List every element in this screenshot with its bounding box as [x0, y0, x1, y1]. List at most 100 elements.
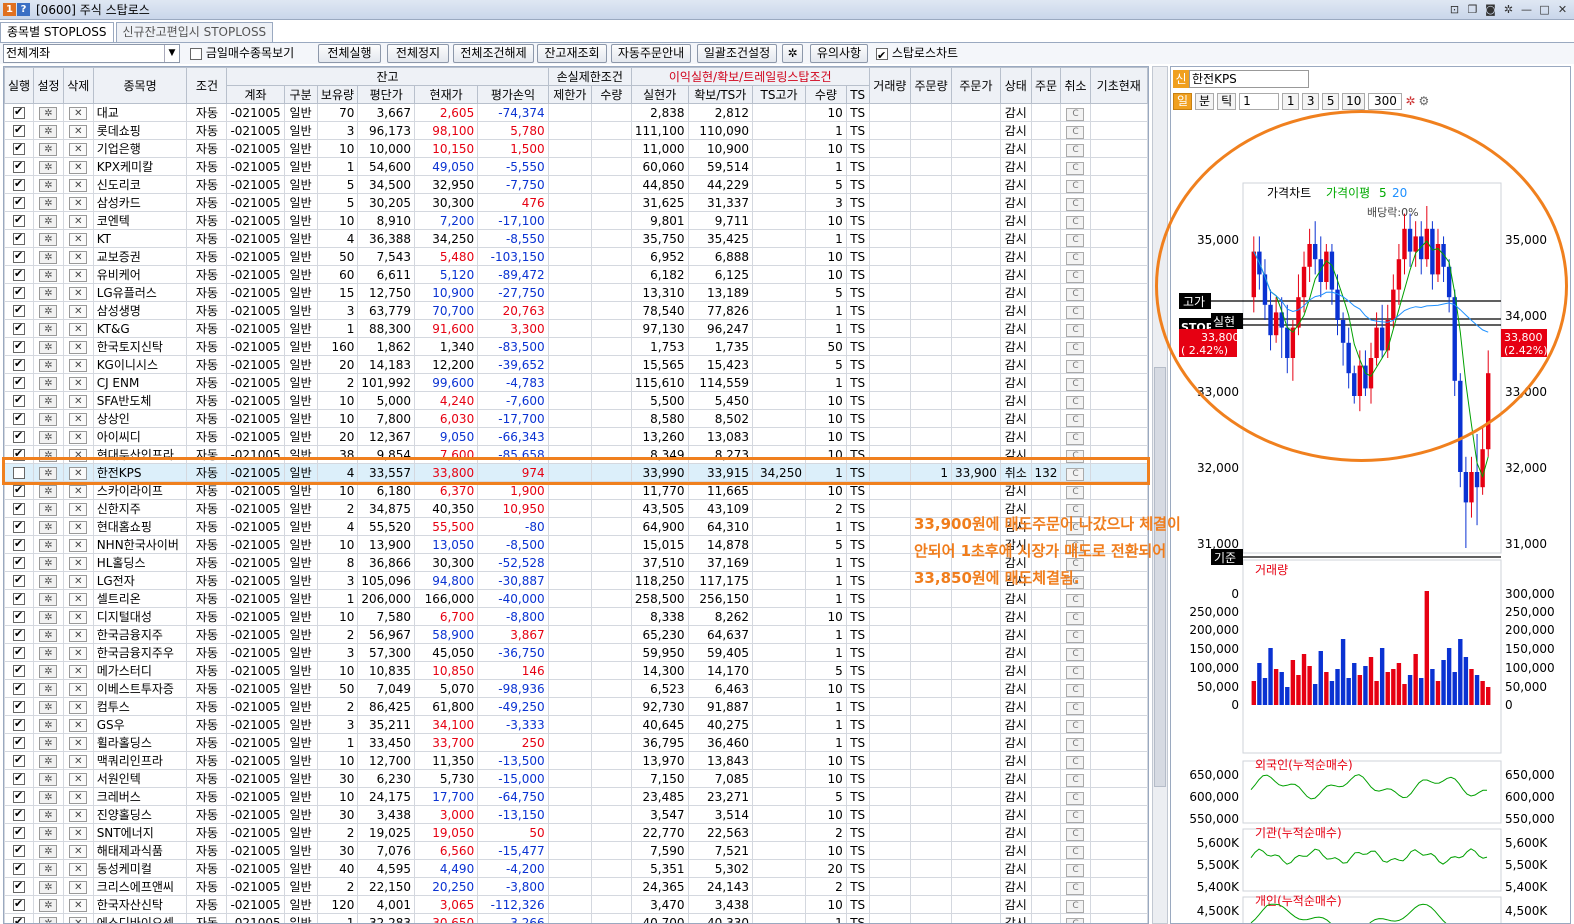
cancel-button[interactable]: C: [1066, 287, 1085, 301]
gear-icon[interactable]: ✲: [39, 413, 58, 426]
cancel-button[interactable]: C: [1066, 305, 1085, 319]
delete-icon[interactable]: ✕: [69, 827, 88, 840]
row-delete-button[interactable]: ✕: [62, 121, 94, 140]
run-checkbox[interactable]: [4, 265, 35, 284]
run-checkbox[interactable]: [4, 139, 35, 158]
row-delete-button[interactable]: ✕: [62, 391, 94, 410]
gear-icon[interactable]: ✲: [39, 593, 58, 606]
run-checkbox-box[interactable]: [13, 123, 26, 137]
cancel-button[interactable]: C: [1066, 863, 1085, 877]
cancel-button[interactable]: C: [1066, 665, 1085, 679]
run-checkbox[interactable]: [4, 859, 35, 878]
cell-cancel[interactable]: C: [1060, 769, 1091, 788]
table-row[interactable]: ✲✕코엔텍자동-021005일반108,9107,200-17,1009,801…: [4, 211, 1148, 230]
run-checkbox[interactable]: [4, 571, 35, 590]
run-checkbox[interactable]: [4, 787, 35, 806]
table-row[interactable]: ✲✕상상인자동-021005일반107,8006,030-17,7008,580…: [4, 409, 1148, 428]
cancel-button[interactable]: C: [1066, 611, 1085, 625]
row-delete-button[interactable]: ✕: [62, 283, 94, 302]
row-delete-button[interactable]: ✕: [62, 373, 94, 392]
cell-cancel[interactable]: C: [1060, 121, 1091, 140]
stop-all-button[interactable]: 전체정지: [387, 44, 449, 63]
run-checkbox[interactable]: [4, 193, 35, 212]
row-setting-button[interactable]: ✲: [33, 553, 64, 572]
row-delete-button[interactable]: ✕: [62, 679, 94, 698]
row-setting-button[interactable]: ✲: [33, 229, 64, 248]
table-row[interactable]: ✲ ✕ 한국금융지주우자동-021005일반357,30045,050-36,750…: [4, 643, 1148, 662]
cancel-button[interactable]: C: [1066, 485, 1085, 499]
tab-new-balance-stoploss[interactable]: 신규잔고편입시 STOPLOSS: [115, 22, 274, 42]
delete-icon[interactable]: ✕: [69, 773, 88, 786]
run-all-button[interactable]: 전체실행: [318, 44, 381, 63]
cancel-button[interactable]: C: [1066, 107, 1085, 121]
cancel-button[interactable]: C: [1066, 647, 1085, 661]
row-setting-button[interactable]: ✲: [33, 913, 64, 923]
gear-icon[interactable]: ✲: [39, 503, 58, 516]
cell-cancel[interactable]: C: [1060, 337, 1091, 356]
run-checkbox-box[interactable]: [13, 753, 26, 767]
chart-stock-name[interactable]: 한전KPS: [1189, 70, 1309, 88]
table-row[interactable]: ✲ ✕ KG이니시스자동-021005일반2014,18312,200-39,652…: [4, 355, 1148, 374]
gear-icon[interactable]: ✲: [39, 521, 58, 534]
table-row[interactable]: ✲ ✕ 대교자동-021005일반703,6672,605-74,374 2,8382…: [4, 103, 1148, 122]
cell-cancel[interactable]: C: [1060, 427, 1091, 446]
delete-icon[interactable]: ✕: [69, 143, 88, 156]
delete-icon[interactable]: ✕: [69, 431, 88, 444]
row-delete-button[interactable]: ✕: [62, 733, 94, 752]
run-checkbox[interactable]: [4, 247, 35, 266]
run-checkbox[interactable]: [4, 715, 35, 734]
row-delete-button[interactable]: ✕: [62, 895, 94, 914]
run-checkbox-box[interactable]: [13, 213, 26, 227]
gear-icon[interactable]: ✲: [39, 161, 58, 174]
delete-icon[interactable]: ✕: [69, 359, 88, 372]
row-setting-button[interactable]: ✲: [33, 409, 64, 428]
header-status[interactable]: 상태: [999, 67, 1032, 104]
table-row[interactable]: ✲ ✕ 한국토지신탁자동-021005일반1601,8621,340-83,500 1…: [4, 337, 1148, 356]
cancel-button[interactable]: C: [1066, 197, 1085, 211]
period-day-button[interactable]: 일: [1173, 92, 1193, 110]
minimize-icon[interactable]: —: [1519, 2, 1534, 17]
table-row[interactable]: ✲✕KPX케미칼자동-021005일반154,60049,050-5,55060…: [4, 157, 1148, 176]
row-setting-button[interactable]: ✲: [33, 643, 64, 662]
cancel-button[interactable]: C: [1066, 413, 1085, 427]
row-delete-button[interactable]: ✕: [62, 229, 94, 248]
gear-icon[interactable]: ✲: [39, 575, 58, 588]
delete-icon[interactable]: ✕: [69, 215, 88, 228]
delete-icon[interactable]: ✕: [69, 161, 88, 174]
run-checkbox[interactable]: [4, 319, 35, 338]
table-row[interactable]: ✲ ✕ 컴투스자동-021005일반286,42561,800-49,250 92,7…: [4, 697, 1148, 716]
gear-icon[interactable]: ✲: [39, 719, 58, 732]
gear-icon[interactable]: ✲: [1501, 2, 1516, 17]
cell-cancel[interactable]: C: [1060, 193, 1091, 212]
cancel-button[interactable]: C: [1066, 323, 1085, 337]
run-checkbox[interactable]: [4, 625, 35, 644]
row-setting-button[interactable]: ✲: [33, 301, 64, 320]
run-checkbox-box[interactable]: [13, 375, 26, 389]
gear-icon[interactable]: ✲: [39, 791, 58, 804]
row-delete-button[interactable]: ✕: [62, 877, 94, 896]
num-button-3[interactable]: 3: [1302, 92, 1320, 110]
header-profit-qty[interactable]: 수량: [804, 85, 847, 104]
cell-cancel[interactable]: C: [1060, 157, 1091, 176]
cell-cancel[interactable]: C: [1060, 589, 1091, 608]
period-tick-button[interactable]: 틱: [1217, 92, 1237, 110]
gear-icon[interactable]: ✲: [39, 755, 58, 768]
run-checkbox[interactable]: [4, 499, 35, 518]
help-icon[interactable]: ?: [17, 3, 30, 16]
row-delete-button[interactable]: ✕: [62, 103, 94, 122]
header-loss-qty[interactable]: 수량: [590, 85, 632, 104]
header-cur[interactable]: 현재가: [413, 85, 479, 104]
cell-cancel[interactable]: C: [1060, 175, 1091, 194]
run-checkbox[interactable]: [4, 877, 35, 896]
run-checkbox-box[interactable]: [13, 735, 26, 749]
delete-icon[interactable]: ✕: [69, 107, 88, 120]
run-checkbox-box[interactable]: [13, 159, 26, 173]
run-checkbox[interactable]: [4, 283, 35, 302]
delete-icon[interactable]: ✕: [69, 665, 88, 678]
row-delete-button[interactable]: ✕: [62, 499, 94, 518]
cancel-button[interactable]: C: [1066, 215, 1085, 229]
table-row[interactable]: ✲ ✕ 교보증권자동-021005일반507,5435,480-103,150 6,9…: [4, 247, 1148, 266]
run-checkbox-box[interactable]: [13, 483, 26, 497]
row-delete-button[interactable]: ✕: [62, 157, 94, 176]
table-row[interactable]: ✲✕디지털대성자동-021005일반107,5806,700-8,8008,33…: [4, 607, 1148, 626]
